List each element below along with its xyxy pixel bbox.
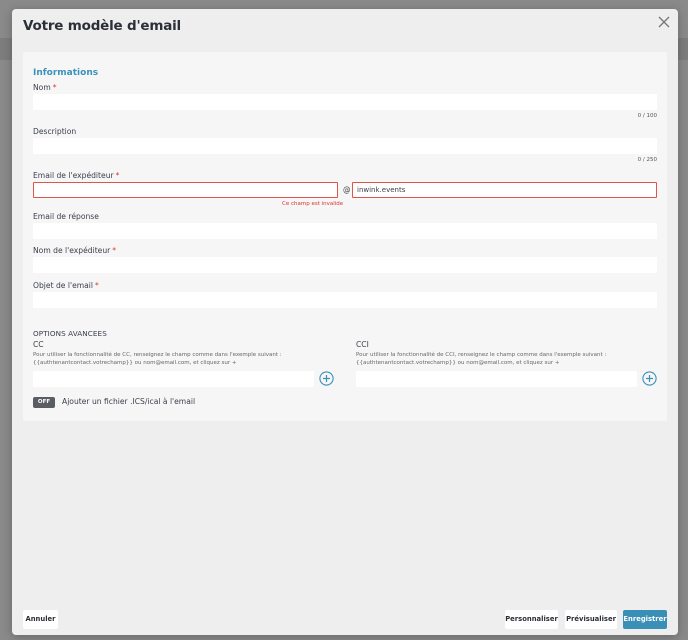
cci-add-button[interactable]: [642, 371, 657, 386]
advanced-options-title: OPTIONS AVANCEES: [33, 329, 107, 338]
ics-toggle-label: Ajouter un fichier .ICS/ical à l'email: [62, 397, 196, 406]
description-input[interactable]: [33, 138, 657, 154]
sender-email-label: Email de l'expéditeur *: [33, 171, 120, 180]
cc-label: CC: [33, 340, 44, 349]
modal-title: Votre modèle d'email: [23, 18, 181, 34]
reply-email-label: Email de réponse: [33, 212, 99, 221]
reply-email-input[interactable]: [33, 223, 657, 239]
cc-add-button[interactable]: [319, 371, 334, 386]
description-counter: 0 / 250: [637, 157, 657, 163]
close-icon: [658, 16, 670, 28]
cci-label: CCI: [356, 340, 369, 349]
close-button[interactable]: [656, 14, 672, 30]
cci-input[interactable]: [356, 371, 637, 387]
sender-name-label: Nom de l'expéditeur *: [33, 246, 117, 255]
sender-email-error: Ce champ est invalide: [282, 201, 344, 207]
save-button[interactable]: Enregistrer: [623, 610, 667, 629]
preview-button[interactable]: Prévisualiser: [565, 610, 617, 629]
description-label: Description: [33, 127, 77, 136]
customize-button[interactable]: Personnaliser: [505, 610, 558, 629]
name-label: Nom *: [33, 83, 57, 92]
name-input[interactable]: [33, 94, 657, 110]
cc-input[interactable]: [33, 371, 314, 387]
plus-circle-icon: [319, 371, 334, 386]
sender-name-input[interactable]: [33, 257, 657, 273]
sender-email-local-input[interactable]: [33, 182, 338, 198]
subject-input[interactable]: [33, 292, 657, 308]
section-title-informations: Informations: [33, 68, 99, 78]
cci-help-text: Pour utiliser la fonctionnalité de CCI, …: [356, 352, 607, 366]
cancel-button[interactable]: Annuler: [23, 610, 58, 629]
form-panel: Informations Nom * 0 / 100 Description 0 …: [23, 52, 667, 421]
ics-toggle[interactable]: OFF: [33, 397, 55, 408]
email-template-modal: Votre modèle d'email Informations Nom * 0…: [12, 9, 678, 635]
cc-help-text: Pour utiliser la fonctionnalité de CC, r…: [33, 352, 282, 366]
sender-email-domain-input[interactable]: [352, 182, 657, 198]
name-counter: 0 / 100: [637, 113, 657, 119]
plus-circle-icon: [642, 371, 657, 386]
subject-label: Objet de l'email *: [33, 281, 99, 290]
at-sign: @: [343, 185, 351, 194]
